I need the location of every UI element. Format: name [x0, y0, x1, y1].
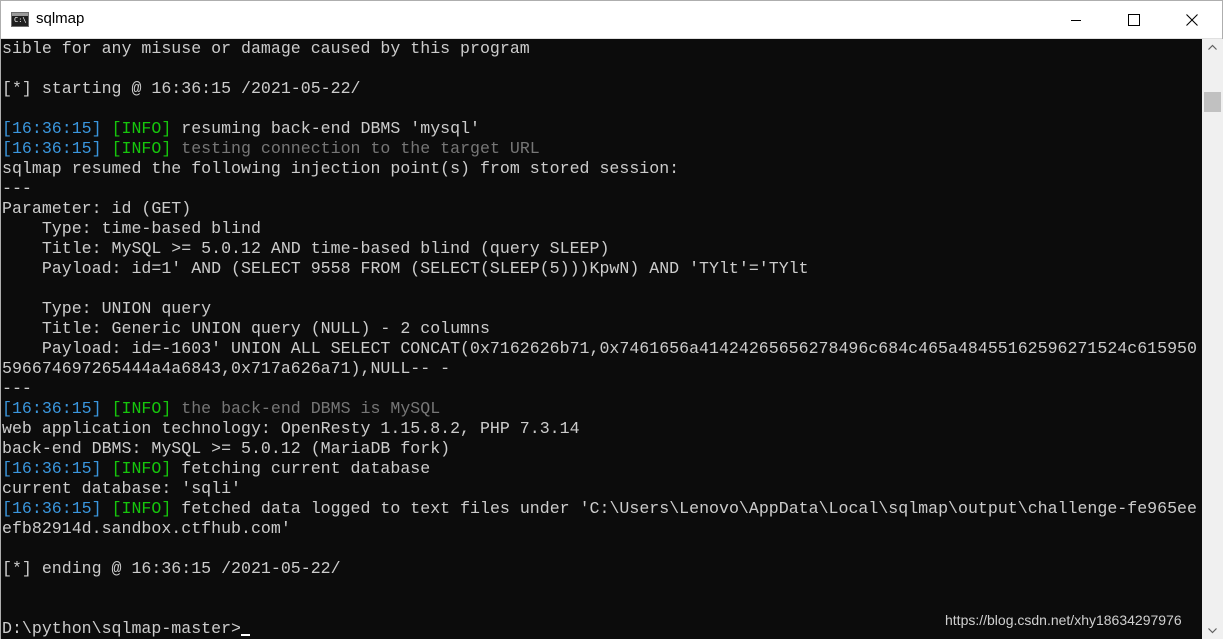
timestamp: [16:36:15] [2, 459, 102, 478]
arrow-down-icon [1208, 628, 1217, 634]
console-line: [16:36:15] [INFO] fetched data logged to… [2, 499, 1197, 519]
console-line: Parameter: id (GET) [2, 199, 192, 218]
console-line: [16:36:15] [INFO] the back-end DBMS is M… [2, 399, 440, 419]
maximize-button[interactable] [1105, 1, 1163, 38]
console-output[interactable]: sible for any misuse or damage caused by… [1, 39, 1202, 639]
console-line: Payload: id=1' AND (SELECT 9558 FROM (SE… [2, 259, 809, 278]
console-line: sible for any misuse or damage caused by… [2, 39, 530, 58]
log-message: fetched data logged to text files under … [171, 499, 1197, 518]
scroll-thumb[interactable] [1204, 92, 1221, 112]
log-message: resuming back-end DBMS 'mysql' [171, 119, 481, 138]
console-line: efb82914d.sandbox.ctfhub.com' [2, 519, 291, 538]
minimize-icon [1071, 19, 1081, 21]
console-line: [*] starting @ 16:36:15 /2021-05-22/ [2, 79, 361, 98]
console-line: current database: 'sqli' [2, 479, 241, 498]
console-line: back-end DBMS: MySQL >= 5.0.12 (MariaDB … [2, 439, 451, 458]
console-window: sqlmap sible for any misuse or damage ca… [0, 0, 1223, 639]
timestamp: [16:36:15] [2, 139, 102, 158]
text-cursor [241, 634, 250, 636]
console-line: 596674697265444a4a6843,0x717a626a71),NUL… [2, 359, 451, 378]
window-title: sqlmap [36, 10, 85, 27]
title-bar[interactable]: sqlmap [1, 1, 1222, 39]
info-tag: [INFO] [111, 119, 172, 138]
close-button[interactable] [1163, 1, 1221, 38]
timestamp: [16:36:15] [2, 499, 102, 518]
timestamp: [16:36:15] [2, 119, 102, 138]
console-line: [16:36:15] [INFO] resuming back-end DBMS… [2, 119, 480, 139]
close-icon [1186, 13, 1198, 26]
prompt-line[interactable]: D:\python\sqlmap-master> [2, 619, 250, 639]
console-line: sqlmap resumed the following injection p… [2, 159, 680, 178]
info-tag: [INFO] [111, 139, 172, 158]
arrow-up-icon [1208, 44, 1217, 50]
console-line: --- [2, 379, 32, 398]
scroll-down-button[interactable] [1202, 622, 1223, 639]
vertical-scrollbar[interactable] [1202, 39, 1223, 639]
maximize-icon [1128, 13, 1140, 26]
console-line: Payload: id=-1603' UNION ALL SELECT CONC… [2, 339, 1197, 358]
console-line: [*] ending @ 16:36:15 /2021-05-22/ [2, 559, 341, 578]
log-message: the back-end DBMS is MySQL [171, 399, 441, 418]
console-line: [16:36:15] [INFO] testing connection to … [2, 139, 540, 159]
console-line: Title: Generic UNION query (NULL) - 2 co… [2, 319, 490, 338]
info-tag: [INFO] [111, 499, 172, 518]
info-tag: [INFO] [111, 459, 172, 478]
command-prompt: D:\python\sqlmap-master> [2, 619, 241, 638]
console-line: Title: MySQL >= 5.0.12 AND time-based bl… [2, 239, 610, 258]
console-line: --- [2, 179, 32, 198]
log-message: fetching current database [171, 459, 431, 478]
log-message: testing connection to the target URL [171, 139, 540, 158]
minimize-button[interactable] [1047, 1, 1105, 38]
console-line: web application technology: OpenResty 1.… [2, 419, 580, 438]
watermark: https://blog.csdn.net/xhy18634297976 [945, 612, 1182, 628]
console-line: Type: UNION query [2, 299, 212, 318]
timestamp: [16:36:15] [2, 399, 102, 418]
info-tag: [INFO] [111, 399, 172, 418]
scroll-up-button[interactable] [1202, 39, 1223, 56]
console-line: [16:36:15] [INFO] fetching current datab… [2, 459, 430, 479]
terminal-icon [11, 12, 29, 27]
console-line: Type: time-based blind [2, 219, 261, 238]
